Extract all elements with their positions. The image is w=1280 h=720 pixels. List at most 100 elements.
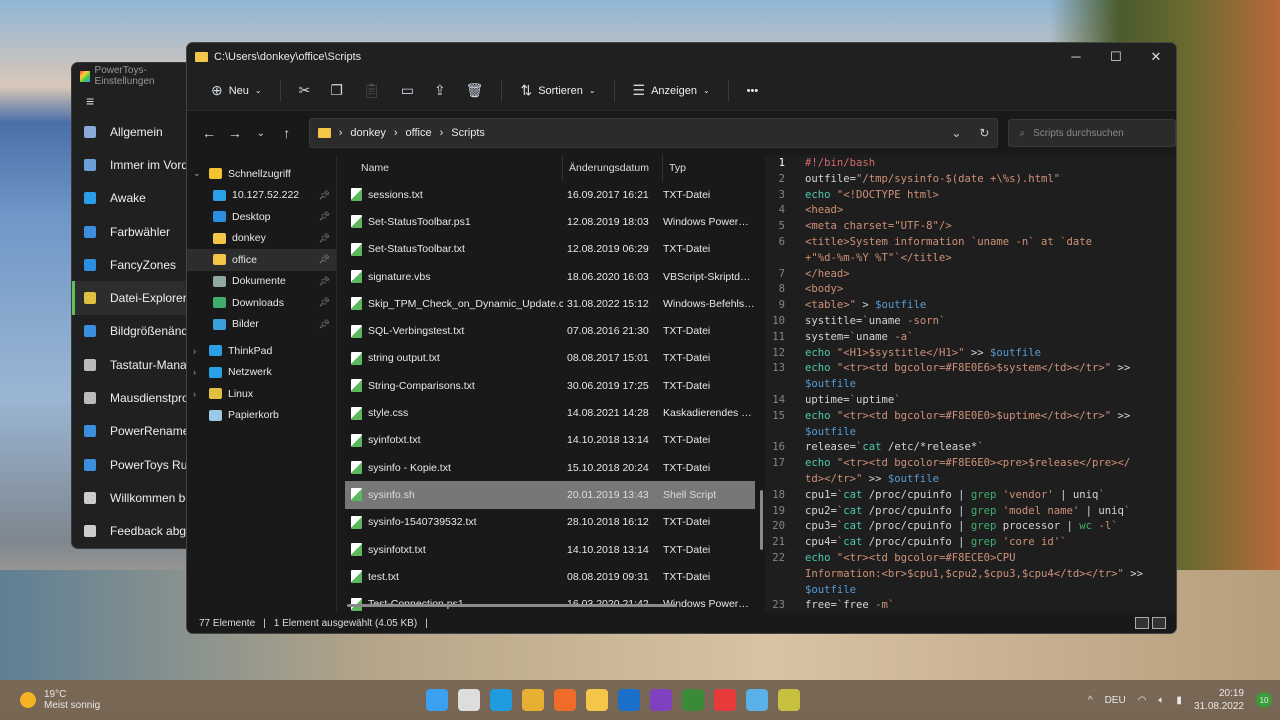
nav-item[interactable]: 10.127.52.222 📌︎: [187, 185, 336, 207]
chevron-icon[interactable]: ⌄: [193, 168, 203, 179]
paste-button[interactable]: 📋︎: [355, 76, 389, 106]
pin-icon[interactable]: 📌︎: [319, 276, 330, 287]
breadcrumb-scripts[interactable]: Scripts: [451, 127, 485, 139]
notepad-taskbar-icon[interactable]: [746, 689, 768, 711]
powertoys-nav-item[interactable]: PowerRename: [72, 415, 200, 448]
more-button[interactable]: •••: [739, 76, 767, 106]
nav-item[interactable]: Desktop 📌︎: [187, 206, 336, 228]
battery-icon[interactable]: ▮: [1176, 695, 1182, 706]
edge-taskbar-icon[interactable]: [490, 689, 512, 711]
cut-button[interactable]: ✂: [291, 76, 319, 106]
share-button[interactable]: ⇪: [426, 76, 454, 106]
rename-button[interactable]: ▭: [393, 76, 422, 106]
address-bar[interactable]: › donkey › office › Scripts ⌄ ↻: [308, 118, 999, 148]
file-row[interactable]: SQL-Verbingstest.txt 07.08.2016 21:30 TXT-…: [345, 317, 755, 344]
notification-badge[interactable]: 10: [1256, 692, 1272, 708]
horizontal-scrollbar[interactable]: [347, 604, 677, 607]
back-button[interactable]: ←: [197, 125, 221, 141]
lang-indicator[interactable]: DEU: [1105, 695, 1126, 706]
up-button[interactable]: ↑: [275, 125, 299, 141]
chevron-icon[interactable]: ›: [193, 367, 203, 377]
minimize-button[interactable]: ─: [1056, 49, 1096, 65]
file-row[interactable]: syinfotxt.txt 14.10.2018 13:14 TXT-Datei: [345, 427, 755, 454]
powertoys-nav-item[interactable]: Immer im Vordergrund: [72, 148, 200, 181]
powertoys-nav-item[interactable]: Awake: [72, 182, 200, 215]
onenote-taskbar-icon[interactable]: [650, 689, 672, 711]
powertoys-nav-item[interactable]: PowerToys Run: [72, 448, 200, 481]
details-view-button[interactable]: [1135, 617, 1149, 629]
powertoys-nav-item[interactable]: Mausdienstprogramme: [72, 381, 200, 414]
pin-icon[interactable]: 📌︎: [319, 211, 330, 222]
powertoys-nav-item[interactable]: Tastatur-Manager: [72, 348, 200, 381]
file-row[interactable]: sessions.txt 16.09.2017 16:21 TXT-Datei: [345, 181, 755, 208]
powertoys-nav-item[interactable]: FancyZones: [72, 248, 200, 281]
nav-item[interactable]: › Netzwerk: [187, 362, 336, 384]
nav-item[interactable]: Dokumente 📌︎: [187, 271, 336, 293]
nav-item[interactable]: donkey 📌︎: [187, 228, 336, 250]
pin-icon[interactable]: 📌︎: [319, 319, 330, 330]
hamburger-icon[interactable]: ≡: [72, 89, 200, 115]
file-row[interactable]: string output.txt 08.08.2017 15:01 TXT-Dat…: [345, 345, 755, 372]
pin-icon[interactable]: 📌︎: [319, 233, 330, 244]
file-row[interactable]: String-Comparisons.txt 30.06.2019 17:25 TX…: [345, 372, 755, 399]
file-row[interactable]: Skip_TPM_Check_on_Dynamic_Update.cmd 31.0…: [345, 290, 755, 317]
file-row[interactable]: sysinfo - Kopie.txt 15.10.2018 20:24 TXT-D…: [345, 454, 755, 481]
nav-item[interactable]: Bilder 📌︎: [187, 314, 336, 336]
chevron-icon[interactable]: ›: [193, 346, 203, 356]
nav-item[interactable]: › Linux: [187, 383, 336, 405]
column-date[interactable]: Änderungsdatum: [563, 155, 663, 181]
powertoys-nav-item[interactable]: Allgemein: [72, 115, 200, 148]
file-row[interactable]: sysinfo.sh 20.01.2019 13:43 Shell Script: [345, 481, 755, 509]
nav-item[interactable]: ⌄ Schnellzugriff: [187, 163, 336, 185]
view-button[interactable]: ☰ Anzeigen ⌄: [625, 76, 718, 106]
vertical-scrollbar[interactable]: [760, 490, 763, 550]
delete-button[interactable]: 🗑︎: [458, 76, 492, 106]
refresh-button[interactable]: ↻: [979, 126, 989, 140]
task-view-taskbar-icon[interactable]: [458, 689, 480, 711]
file-explorer-window[interactable]: C:\Users\donkey\office\Scripts ─ ☐ ✕ ⊕ Neu ⌄…: [186, 42, 1177, 634]
breadcrumb-office[interactable]: office: [406, 127, 432, 139]
file-row[interactable]: Test-Connection.ps116.03.2020 21:42Windo…: [345, 590, 755, 613]
file-row[interactable]: sysinfo-1540739532.txt 28.10.2018 16:12 TX…: [345, 509, 755, 536]
file-row[interactable]: signature.vbs 18.06.2020 16:03 VBScript-Sk…: [345, 263, 755, 290]
wifi-icon[interactable]: ◠: [1138, 695, 1147, 706]
clock[interactable]: 20:19 31.08.2022: [1194, 687, 1244, 713]
forward-button[interactable]: →: [223, 125, 247, 141]
powertoys-nav-item[interactable]: Willkommen bei PowerToys: [72, 481, 200, 514]
anydesk-taskbar-icon[interactable]: [714, 689, 736, 711]
sort-button[interactable]: ⇅ Sortieren ⌄: [512, 76, 603, 106]
powertoys-window[interactable]: PowerToys-Einstellungen ≡ Allgemein Immer…: [71, 62, 201, 549]
maximize-button[interactable]: ☐: [1096, 49, 1136, 65]
start-taskbar-icon[interactable]: [426, 689, 448, 711]
close-button[interactable]: ✕: [1136, 49, 1176, 65]
pin-icon[interactable]: 📌︎: [319, 254, 330, 265]
file-row[interactable]: Set-StatusToolbar.txt 12.08.2019 06:29 TXT…: [345, 236, 755, 263]
powertoys-nav-item[interactable]: Feedback abgeben: [72, 515, 200, 548]
firefox-taskbar-icon[interactable]: [554, 689, 576, 711]
copy-button[interactable]: ❐: [322, 76, 351, 106]
breadcrumb-donkey[interactable]: donkey: [350, 127, 385, 139]
nav-item[interactable]: › ThinkPad: [187, 340, 336, 362]
file-explorer-taskbar-icon[interactable]: [586, 689, 608, 711]
weather-widget[interactable]: 19°C Meist sonnig: [0, 689, 400, 711]
history-dropdown[interactable]: ⌄: [951, 126, 961, 140]
new-button[interactable]: ⊕ Neu ⌄: [203, 76, 270, 106]
volume-icon[interactable]: 🔈︎: [1158, 695, 1164, 706]
pin-icon[interactable]: 📌︎: [319, 190, 330, 201]
file-row[interactable]: style.css 14.08.2021 14:28 Kaskadierendes …: [345, 399, 755, 426]
tiles-view-button[interactable]: [1152, 617, 1166, 629]
chevron-up-icon[interactable]: ^: [1088, 695, 1093, 706]
column-type[interactable]: Typ: [663, 155, 765, 181]
vim-taskbar-icon[interactable]: [682, 689, 704, 711]
powertoys-nav-item[interactable]: Bildgrößenänderung: [72, 315, 200, 348]
column-name[interactable]: Name: [337, 155, 563, 181]
powertoys-nav-item[interactable]: Datei-Explorer: [72, 281, 200, 315]
nav-item[interactable]: office 📌︎: [187, 249, 336, 271]
file-row[interactable]: sysinfotxt.txt 14.10.2018 13:14 TXT-Datei: [345, 536, 755, 563]
file-row[interactable]: Set-StatusToolbar.ps1 12.08.2019 18:03 Win…: [345, 208, 755, 235]
nav-item[interactable]: Downloads 📌︎: [187, 292, 336, 314]
search-input[interactable]: ⌕ Scripts durchsuchen: [1008, 119, 1176, 147]
file-row[interactable]: test.txt 08.08.2019 09:31 TXT-Datei: [345, 563, 755, 590]
outlook-taskbar-icon[interactable]: [618, 689, 640, 711]
powertoys-taskbar-icon[interactable]: [778, 689, 800, 711]
